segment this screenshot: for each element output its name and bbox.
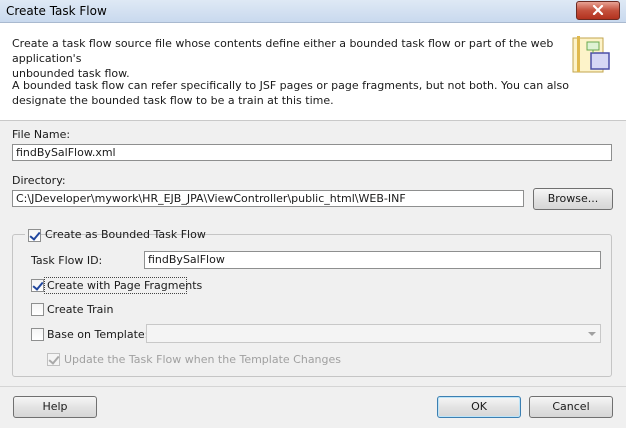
cancel-button[interactable]: Cancel (529, 396, 613, 418)
browse-button[interactable]: Browse... (533, 188, 613, 210)
create-train-checkbox[interactable] (31, 303, 44, 316)
close-button[interactable] (576, 1, 620, 20)
page-fragments-checkbox[interactable] (31, 279, 44, 292)
task-flow-id-label-text: Task Flow ID: (31, 254, 103, 267)
header-description-1: Create a task flow source file whose con… (12, 37, 554, 80)
directory-value: C:\JDeveloper\mywork\HR_EJB_JPA\ViewCont… (16, 192, 406, 205)
directory-label: Directory: (12, 174, 66, 187)
title-bar: Create Task Flow (0, 0, 626, 23)
help-button[interactable]: Help (13, 396, 97, 418)
browse-button-label: Browse... (547, 192, 599, 205)
create-bounded-checkbox[interactable] (28, 229, 41, 242)
task-flow-wizard-icon (572, 36, 610, 73)
header-panel: Create a task flow source file whose con… (0, 23, 626, 121)
directory-input[interactable]: C:\JDeveloper\mywork\HR_EJB_JPA\ViewCont… (12, 190, 524, 207)
page-fragments-label: Create with Page Fragments (47, 279, 203, 292)
directory-label-text: Directory: (12, 174, 66, 187)
task-flow-id-value: findBySalFlow (148, 253, 225, 266)
file-name-value: findBySalFlow.xml (16, 146, 116, 159)
close-icon (592, 5, 604, 15)
update-template-label: Update the Task Flow when the Template C… (64, 353, 342, 366)
task-flow-id-input[interactable]: findBySalFlow (144, 251, 601, 269)
file-name-label-text: File Name: (12, 128, 71, 141)
create-train-label: Create Train (47, 303, 114, 316)
ok-button-label: OK (471, 400, 487, 413)
file-name-label: File Name: (12, 128, 70, 141)
ok-button[interactable]: OK (437, 396, 521, 418)
base-on-template-checkbox[interactable] (31, 328, 44, 341)
base-on-template-label: Base on Template: (47, 328, 149, 341)
window-title: Create Task Flow (6, 4, 107, 18)
footer-separator (0, 386, 626, 387)
help-button-label: Help (42, 400, 68, 413)
template-select[interactable] (146, 324, 601, 343)
cancel-button-label: Cancel (552, 400, 590, 413)
create-bounded-label: Create as Bounded Task Flow (45, 228, 206, 241)
chevron-down-icon (588, 332, 596, 336)
header-description-2: A bounded task flow can refer specifical… (12, 79, 569, 107)
file-name-input[interactable]: findBySalFlow.xml (12, 144, 612, 161)
task-flow-id-label: Task Flow ID: (31, 254, 102, 267)
update-template-checkbox[interactable] (47, 353, 60, 366)
bounded-group-header: Create as Bounded Task Flow (25, 227, 206, 243)
